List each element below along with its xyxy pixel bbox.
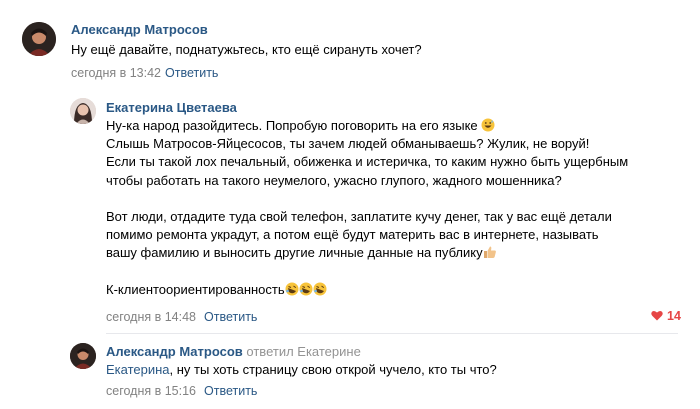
comment-line: Вот люди, отдадите туда свой телефон, за… [106, 208, 612, 224]
grinning-sweat-emoji-icon [481, 118, 495, 132]
comment-line: Ну-ка народ разойдитесь. Попробую погово… [106, 118, 478, 133]
comment-text-body: , ну ты хоть страницу свою открой чучело… [169, 362, 497, 377]
rofl-emoji-icon [299, 282, 313, 296]
comment-timestamp[interactable]: сегодня в 14:48 [106, 310, 196, 324]
comment-line: вашу фамилию и выносить другие личные да… [106, 245, 483, 261]
avatar-photo-icon [70, 98, 96, 124]
comment-line: помимо ремонта украдут, а потом ещё буду… [106, 227, 599, 243]
avatar[interactable] [22, 22, 56, 56]
divider [106, 333, 678, 334]
thumbs-up-emoji-icon [483, 246, 496, 259]
replied-to-label[interactable]: ответил Екатерине [246, 344, 360, 359]
reply-button[interactable]: Ответить [165, 66, 218, 80]
comment-line-empty [106, 190, 628, 208]
comment-1: Александр Матросов Ну ещё давайте, подна… [0, 0, 700, 85]
comment-3: Александр Матросов ответил Екатерине Ека… [0, 336, 700, 409]
comment-text: Екатерина, ну ты хоть страницу свою откр… [106, 361, 497, 379]
comment-meta: сегодня в 13:42 Ответить [71, 66, 218, 80]
comment-author[interactable]: Александр Матросов [71, 22, 208, 37]
comment-2: Екатерина Цветаева Ну-ка народ разойдите… [0, 90, 700, 330]
comment-line: Если ты такой лох печальный, обиженка и … [106, 154, 629, 170]
comment-timestamp[interactable]: сегодня в 15:16 [106, 384, 196, 398]
avatar[interactable] [70, 98, 96, 124]
reply-button[interactable]: Ответить [204, 310, 257, 324]
mention-link[interactable]: Екатерина [106, 362, 170, 377]
rofl-emoji-icon [313, 282, 327, 296]
comment-text: Ну-ка народ разойдитесь. Попробую погово… [106, 117, 628, 299]
comment-timestamp[interactable]: сегодня в 13:42 [71, 66, 161, 80]
avatar[interactable] [70, 343, 96, 369]
avatar-photo-icon [70, 343, 96, 369]
comment-meta: сегодня в 15:16 Ответить [106, 384, 257, 398]
comment-text: Ну ещё давайте, поднатужьтесь, кто ещё с… [71, 42, 422, 57]
comment-line-empty [106, 263, 628, 281]
rofl-emoji-icon [285, 282, 299, 296]
like-count: 14 [667, 309, 681, 323]
comment-author: Александр Матросов ответил Екатерине [106, 344, 361, 359]
comment-author[interactable]: Екатерина Цветаева [106, 100, 237, 115]
comment-line: Слышь Матросов-Яйцесосов, ты зачем людей… [106, 136, 590, 152]
heart-icon [651, 310, 663, 321]
comment-meta: сегодня в 14:48 Ответить [106, 310, 257, 324]
reply-button[interactable]: Ответить [204, 384, 257, 398]
comment-line: чтобы работать на такого неумелого, ужас… [106, 172, 562, 188]
like-button[interactable]: 14 [651, 309, 681, 323]
author-name[interactable]: Александр Матросов [106, 344, 243, 359]
comment-line: К-клиентоориентированность [106, 281, 285, 297]
avatar-photo-icon [22, 22, 56, 56]
